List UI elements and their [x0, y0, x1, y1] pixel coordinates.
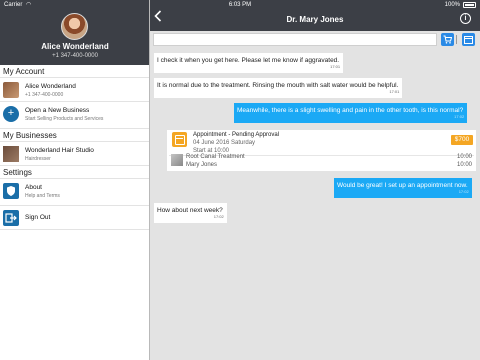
message-time: 17:02 [458, 189, 469, 194]
about-subtitle: Help and Terms [25, 193, 60, 199]
message-bubble[interactable]: How about next week? 17:02 [154, 203, 227, 223]
sidebar-item-sign-out[interactable]: Sign Out [0, 206, 149, 230]
message-time: 17:02 [454, 114, 465, 119]
message-time: 17:01 [330, 64, 341, 69]
service-thumbnail [171, 154, 183, 166]
appointment-card[interactable]: Appointment - Pending Approval 04 June 2… [167, 130, 476, 171]
message-bubble-outgoing[interactable]: Would be great! I set up an appointment … [334, 178, 472, 198]
message-time: 17:02 [213, 214, 224, 219]
message-text: I check it when you get here. Please let… [157, 57, 340, 64]
appointment-title: Appointment - Pending Approval [193, 132, 280, 138]
plus-icon: + [3, 106, 19, 122]
message-bubble[interactable]: It is normal due to the treatment. Rinsi… [154, 78, 403, 98]
calendar-button[interactable] [462, 33, 475, 46]
status-bar: Carrier ◠ 6:03 PM 100% [0, 0, 480, 10]
business-item-subtitle: Hairdresser [25, 156, 51, 162]
message-input-bar [153, 32, 476, 47]
sign-out-title: Sign Out [25, 214, 51, 221]
cart-icon [443, 35, 452, 44]
section-my-account: My Account [0, 65, 149, 78]
sidebar: Alice Wonderland +1 347-400-0000 My Acco… [0, 0, 150, 360]
cart-button[interactable] [441, 33, 454, 46]
sidebar-item-about[interactable]: About Help and Terms [0, 179, 149, 206]
business-item-title: Wonderland Hair Studio [25, 147, 94, 154]
info-icon[interactable]: i [460, 13, 471, 24]
section-my-businesses: My Businesses [0, 129, 149, 142]
appointment-date: 04 June 2016 Saturday [193, 140, 256, 146]
sidebar-item-open-business[interactable]: + Open a New Business Start Selling Prod… [0, 102, 149, 129]
clock-label: 6:03 PM [228, 2, 252, 8]
message-bubble[interactable]: I check it when you get here. Please let… [154, 53, 344, 73]
profile-name: Alice Wonderland [41, 42, 109, 51]
appointment-doctor-time: 10:00 [456, 162, 472, 168]
message-bubble-outgoing[interactable]: Meanwhile, there is a slight swelling an… [234, 103, 468, 123]
message-text: It is normal due to the treatment. Rinsi… [157, 82, 399, 89]
calendar-icon [464, 36, 473, 44]
input-separator [456, 35, 457, 44]
message-text: Would be great! I set up an appointment … [337, 182, 468, 189]
section-settings: Settings [0, 166, 149, 179]
sidebar-item-account[interactable]: Alice Wonderland +1 347-400-0000 [0, 78, 149, 102]
appointment-service-time: 10:00 [456, 154, 472, 160]
profile-avatar[interactable] [61, 13, 88, 40]
shield-icon [3, 183, 19, 199]
appointment-service: Root Canal Treatment [186, 154, 245, 160]
account-item-subtitle: +1 347-400-0000 [25, 92, 64, 98]
sign-out-icon [3, 210, 19, 226]
message-time: 17:01 [389, 89, 400, 94]
battery-percent: 100% [444, 2, 460, 8]
sidebar-item-business[interactable]: Wonderland Hair Studio Hairdresser [0, 142, 149, 166]
account-avatar [3, 82, 19, 98]
account-item-title: Alice Wonderland [25, 83, 76, 90]
business-thumbnail [3, 146, 19, 162]
battery-icon [463, 2, 476, 8]
message-text: Meanwhile, there is a slight swelling an… [237, 107, 464, 114]
open-business-title: Open a New Business [25, 107, 90, 114]
appointment-price-badge: $700 [451, 135, 473, 145]
calendar-icon [172, 132, 187, 147]
appointment-doctor: Mary Jones [186, 162, 218, 168]
profile-phone: +1 347-400-0000 [52, 53, 98, 59]
chat-title: Dr. Mary Jones [286, 15, 344, 24]
open-business-subtitle: Start Selling Products and Services [25, 116, 104, 122]
about-title: About [25, 184, 42, 191]
message-input[interactable] [153, 33, 437, 46]
